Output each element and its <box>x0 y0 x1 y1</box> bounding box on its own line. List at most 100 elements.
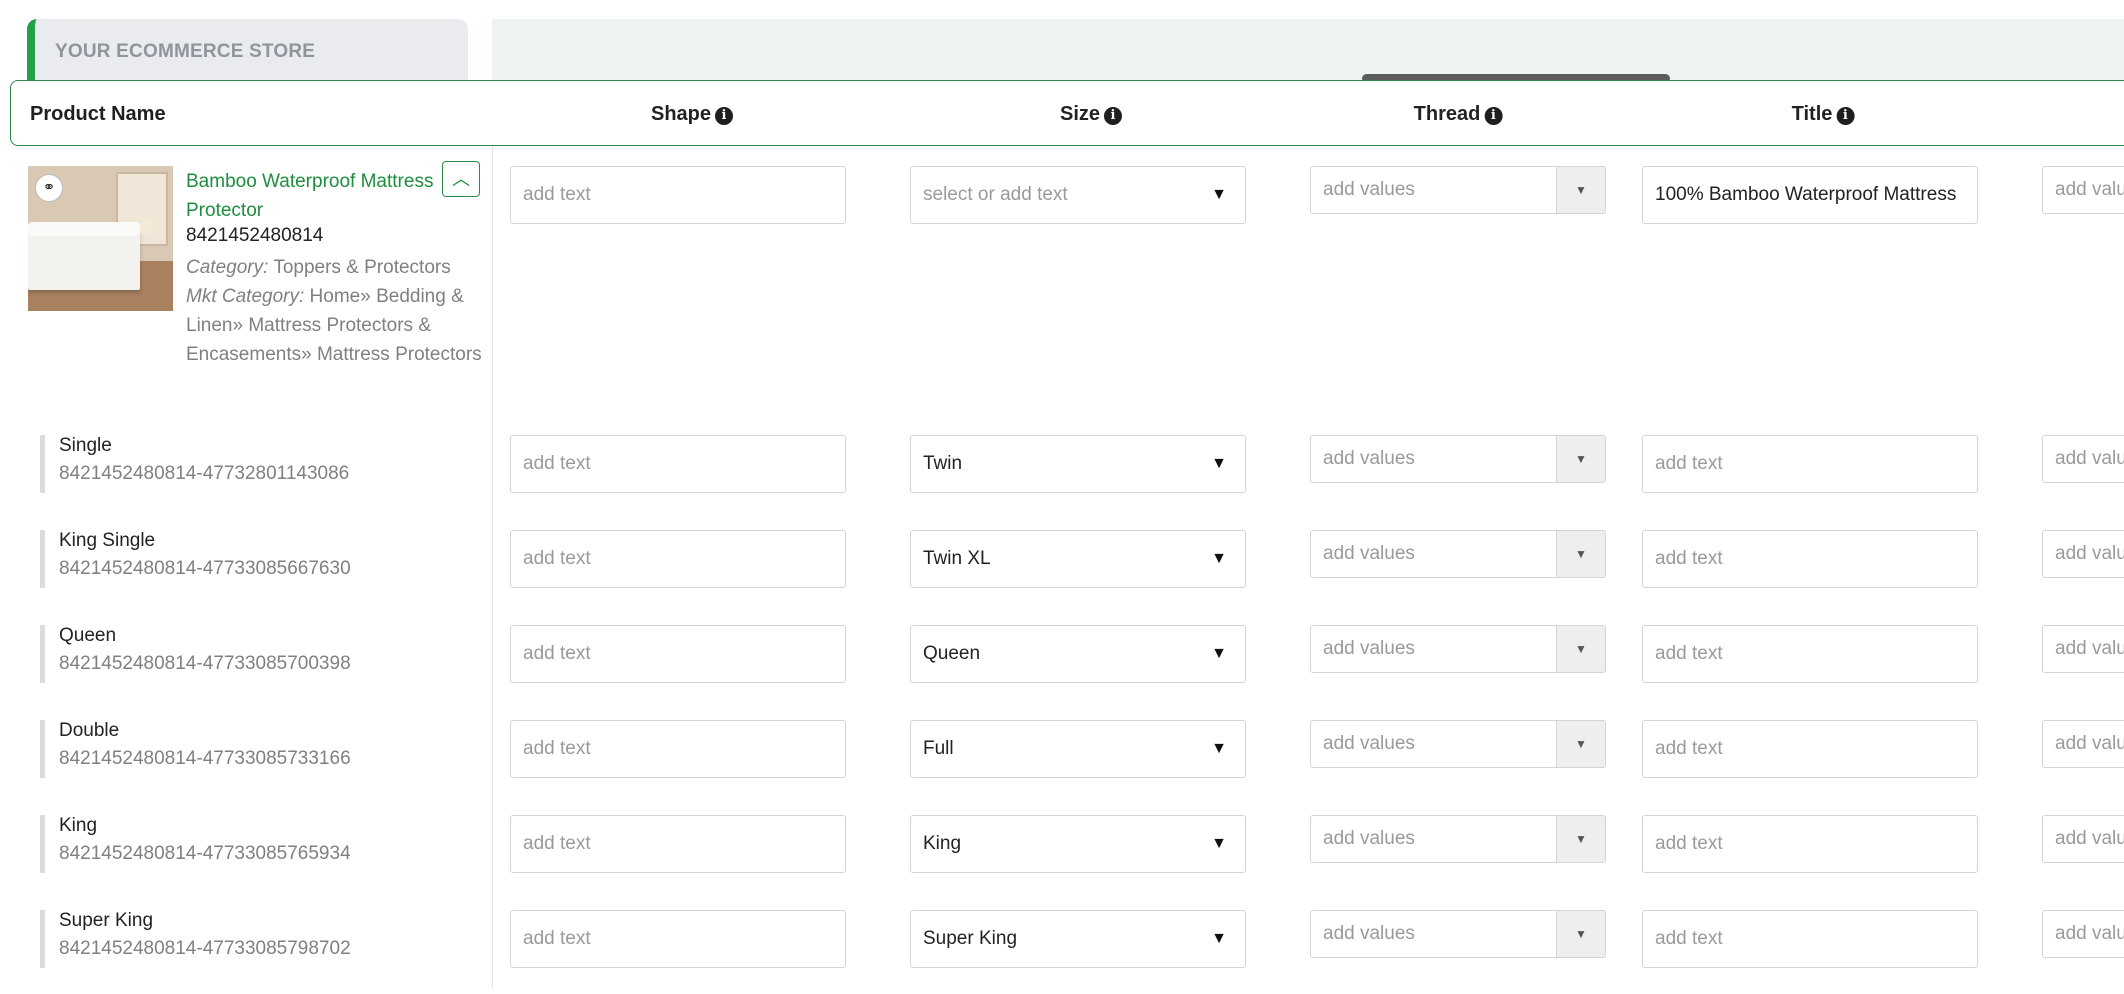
variant-name: King <box>59 815 98 836</box>
variant-name: Single <box>59 435 112 456</box>
thread-dropdown-button[interactable]: ▼ <box>1556 435 1606 483</box>
thread-input[interactable]: add values <box>1310 625 1558 673</box>
caret-down-icon: ▼ <box>1575 452 1587 466</box>
next-column-input[interactable]: add values <box>2042 625 2124 673</box>
title-input[interactable]: add text <box>1642 720 1978 778</box>
thread-dropdown-button[interactable]: ▼ <box>1556 720 1606 768</box>
variant-row: Super King 8421452480814-47733085798702 <box>40 910 351 968</box>
variant-name: Queen <box>59 625 117 646</box>
product-sku: 8421452480814 <box>186 225 324 246</box>
title-info-icon[interactable]: i <box>1836 107 1855 125</box>
title-input[interactable]: add text <box>1642 815 1978 873</box>
title-column-label: Title <box>1791 103 1833 125</box>
thread-dropdown-button[interactable]: ▼ <box>1556 625 1606 673</box>
size-select[interactable]: select or add text ▼ <box>910 166 1246 224</box>
shape-info-icon[interactable]: i <box>715 107 734 125</box>
size-select[interactable]: Full ▼ <box>910 720 1246 778</box>
variant-sku: 8421452480814-47733085798702 <box>59 938 351 959</box>
thread-input[interactable]: add values <box>1310 910 1558 958</box>
variant-name: Double <box>59 720 120 741</box>
caret-down-icon: ▼ <box>1211 740 1227 757</box>
store-tab[interactable]: YOUR ECOMMERCE STORE <box>27 19 468 81</box>
columns-header: Shape i Size i Thread i Title i <box>493 80 2124 146</box>
shape-input[interactable]: add text <box>510 625 846 683</box>
size-select[interactable]: Queen ▼ <box>910 625 1246 683</box>
size-select[interactable]: Super King ▼ <box>910 910 1246 968</box>
thread-input[interactable]: add values <box>1310 166 1558 214</box>
title-input[interactable]: add text <box>1642 530 1978 588</box>
next-column-input[interactable]: add values <box>2042 910 2124 958</box>
title-input[interactable]: add text <box>1642 910 1978 968</box>
shape-column-header: Shape i <box>650 103 734 126</box>
column-divider <box>492 146 493 988</box>
variant-sku: 8421452480814-47733085667630 <box>59 558 351 579</box>
size-select-value: select or add text <box>923 184 1068 205</box>
caret-down-icon: ▼ <box>1211 835 1227 852</box>
caret-down-icon: ▼ <box>1575 927 1587 941</box>
thread-column-label: Thread <box>1413 103 1481 125</box>
caret-down-icon: ▼ <box>1575 737 1587 751</box>
variant-row: King 8421452480814-47733085765934 <box>40 815 351 873</box>
next-column-input[interactable]: add values <box>2042 166 2124 214</box>
caret-down-icon: ▼ <box>1211 455 1227 472</box>
thread-dropdown-button[interactable]: ▼ <box>1556 815 1606 863</box>
shape-input[interactable]: add text <box>510 910 846 968</box>
category-label: Category: <box>186 257 269 278</box>
shape-input[interactable]: add text <box>510 720 846 778</box>
size-select[interactable]: King ▼ <box>910 815 1246 873</box>
caret-down-icon: ▼ <box>1575 832 1587 846</box>
mkt-category-label: Mkt Category: <box>186 286 305 307</box>
variant-sku: 8421452480814-47733085765934 <box>59 843 351 864</box>
next-column-input[interactable]: add values <box>2042 435 2124 483</box>
title-input[interactable]: 100% Bamboo Waterproof Mattress <box>1642 166 1978 224</box>
title-input[interactable]: add text <box>1642 435 1978 493</box>
thread-column-header: Thread i <box>1414 103 1503 126</box>
caret-down-icon: ▼ <box>1575 547 1587 561</box>
chevron-up-icon: ︿ <box>452 169 470 189</box>
variant-sku: 8421452480814-47732801143086 <box>59 463 350 484</box>
size-select-value: Full <box>923 738 954 759</box>
title-input[interactable]: add text <box>1642 625 1978 683</box>
size-select[interactable]: Twin ▼ <box>910 435 1246 493</box>
variant-name: Super King <box>59 910 154 931</box>
size-select-value: Twin XL <box>923 548 991 569</box>
caret-down-icon: ▼ <box>1211 550 1227 567</box>
thread-dropdown-button[interactable]: ▼ <box>1556 530 1606 578</box>
product-name-header-label: Product Name <box>30 103 166 125</box>
thread-input[interactable]: add values <box>1310 815 1558 863</box>
thread-input[interactable]: add values <box>1310 720 1558 768</box>
shape-input[interactable]: add text <box>510 435 846 493</box>
variant-sku: 8421452480814-47733085733166 <box>59 748 351 769</box>
caret-down-icon: ▼ <box>1211 645 1227 662</box>
shape-input[interactable]: add text <box>510 530 846 588</box>
thread-info-icon[interactable]: i <box>1484 107 1503 125</box>
next-column-input[interactable]: add values <box>2042 530 2124 578</box>
shape-input[interactable]: add text <box>510 166 846 224</box>
shape-input[interactable]: add text <box>510 815 846 873</box>
size-column-header: Size i <box>1060 103 1123 126</box>
caret-down-icon: ▼ <box>1575 183 1587 197</box>
variant-row: Single 8421452480814-47732801143086 <box>40 435 349 493</box>
header-band <box>492 19 2124 82</box>
variant-row: King Single 8421452480814-47733085667630 <box>40 530 351 588</box>
thread-dropdown-button[interactable]: ▼ <box>1556 910 1606 958</box>
category-value: Toppers & Protectors <box>273 257 451 278</box>
size-select-value: Super King <box>923 928 1018 949</box>
variant-row: Queen 8421452480814-47733085700398 <box>40 625 351 683</box>
size-info-icon[interactable]: i <box>1104 107 1123 125</box>
shape-column-label: Shape <box>650 103 712 125</box>
thread-dropdown-button[interactable]: ▼ <box>1556 166 1606 214</box>
next-column-input[interactable]: add values <box>2042 815 2124 863</box>
thread-input[interactable]: add values <box>1310 530 1558 578</box>
collapse-button[interactable]: ︿ <box>442 161 480 197</box>
variant-row: Double 8421452480814-47733085733166 <box>40 720 351 778</box>
next-column-input[interactable]: add values <box>2042 720 2124 768</box>
size-select-value: King <box>923 833 962 854</box>
size-select[interactable]: Twin XL ▼ <box>910 530 1246 588</box>
caret-down-icon: ▼ <box>1211 186 1227 203</box>
caret-down-icon: ▼ <box>1211 930 1227 947</box>
thread-input[interactable]: add values <box>1310 435 1558 483</box>
product-title-link[interactable]: Bamboo Waterproof Mattress Protector <box>186 167 456 225</box>
bundle-icon: ⚭ <box>35 174 63 202</box>
product-name-header: Product Name <box>10 80 493 146</box>
